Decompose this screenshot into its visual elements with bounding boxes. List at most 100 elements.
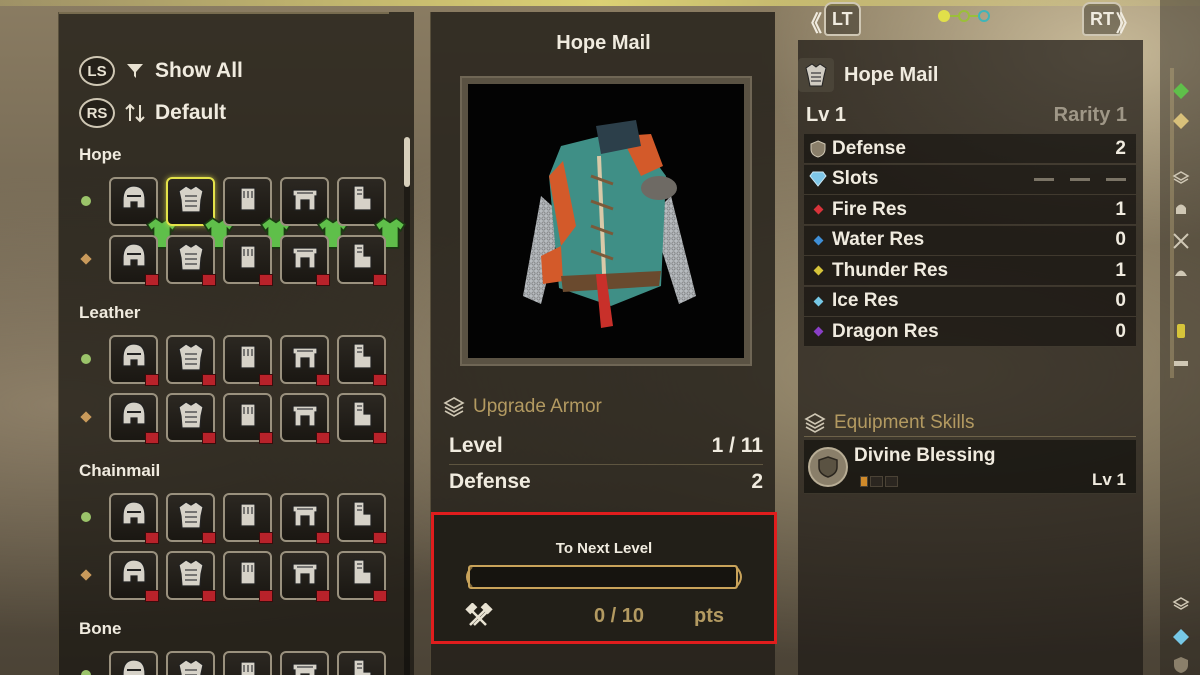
armor-slot-waist[interactable] (280, 550, 330, 602)
craft-required-icon (259, 531, 273, 544)
upgrade-armor-header: Upgrade Armor (443, 396, 602, 418)
stat-label: Slots (832, 168, 879, 189)
armor-slot-legs[interactable] (337, 234, 387, 286)
armor-slot-waist[interactable] (280, 492, 330, 544)
armor-slot-chest[interactable] (166, 392, 216, 444)
owned-icon (259, 216, 293, 249)
armor-slot-waist[interactable] (280, 334, 330, 386)
lt-button[interactable]: LT (824, 2, 861, 36)
armor-slot-waist[interactable] (280, 392, 330, 444)
armor-slot-waist[interactable] (280, 176, 350, 249)
level-label: Level (449, 434, 503, 457)
armor-slot-legs[interactable] (337, 392, 387, 444)
craft-required-icon (202, 273, 216, 286)
progress-cap-right (734, 565, 748, 589)
armor-name: Hope Mail (844, 63, 939, 86)
armor-slot-helm[interactable] (109, 650, 158, 675)
armor-slot-helm[interactable] (109, 234, 159, 286)
empty-slot-dash (1034, 177, 1054, 181)
stat-label: Dragon Res (832, 320, 939, 342)
armor-slot-legs[interactable] (337, 492, 387, 544)
green-gem-icon (1172, 82, 1190, 100)
armor-title: Hope Mail (556, 32, 651, 54)
sort-icon (123, 101, 147, 125)
armor-slot-chest[interactable] (166, 176, 236, 249)
armor-set-row (80, 233, 394, 286)
craft-required-icon (373, 589, 387, 602)
armor-slot-chest[interactable] (166, 550, 216, 602)
craft-required-icon (259, 431, 273, 444)
chest-armor-icon (798, 58, 834, 92)
row-divider (449, 464, 763, 465)
rank-dot-icon (81, 512, 91, 522)
armor-slot-chest[interactable] (166, 334, 216, 386)
armor-slot-chest[interactable] (166, 492, 216, 544)
stat-row: Defense 2 (804, 134, 1136, 164)
craft-required-icon (202, 373, 216, 386)
skill-level: Lv 1 (1091, 470, 1126, 489)
stat-value: 1 (1115, 198, 1126, 220)
nav-right-arrow: 》 (1116, 11, 1139, 36)
armor-slot-legs[interactable] (337, 650, 386, 675)
scroll-thumb[interactable] (404, 137, 410, 187)
armor-slot-arms[interactable] (223, 392, 273, 444)
armor-slot-helm[interactable] (109, 550, 159, 602)
ls-button-badge: LS (79, 56, 115, 86)
armor-slot-helm[interactable] (109, 334, 159, 386)
empty-slots (1034, 177, 1126, 181)
craft-required-icon (145, 373, 159, 386)
stat-row: Dragon Res 0 (804, 317, 1136, 347)
element-diamond-icon (813, 326, 823, 337)
craft-required-icon (145, 431, 159, 444)
craft-required-icon (202, 431, 216, 444)
points-unit: pts (694, 604, 724, 627)
chest-icon (174, 656, 208, 675)
armor-slot-helm[interactable] (109, 392, 159, 444)
armor-slot-arms[interactable] (223, 650, 272, 675)
legs-icon (345, 656, 379, 675)
skill-name: Divine Blessing (854, 445, 996, 466)
armor-slot-chest[interactable] (166, 234, 216, 286)
armor-slot-legs[interactable] (337, 176, 407, 249)
armor-slot-arms[interactable] (223, 334, 273, 386)
equipment-skills-label: Equipment Skills (834, 412, 975, 433)
helm-icon (1172, 264, 1190, 282)
stat-row: Slots (804, 164, 1136, 195)
panel-divider (59, 12, 389, 14)
armor-slot-arms[interactable] (223, 550, 273, 602)
element-diamond-icon (813, 235, 823, 245)
sort-control[interactable]: RS Default (79, 98, 226, 128)
craft-required-icon (373, 531, 387, 544)
defense-row: Defense 2 (449, 470, 763, 494)
nav-left-arrow: 《 (800, 11, 823, 36)
craft-required-icon (316, 373, 330, 386)
armor-preview-image (468, 84, 744, 358)
points-value: 0 / 10 (593, 604, 645, 627)
next-level-box: To Next Level 0 / 10 pts (431, 512, 777, 644)
equipment-list-panel: LS Show All RS Default Hope Leather Chainm… (58, 12, 414, 675)
element-icon (804, 204, 832, 215)
filter-control[interactable]: LS Show All (79, 56, 243, 86)
decoration-slot-icon (804, 171, 832, 187)
armor-slot-waist[interactable] (280, 650, 329, 675)
craft-required-icon (259, 589, 273, 602)
rank-diamond-icon (80, 411, 92, 423)
craft-required-icon (259, 373, 273, 386)
rs-button-badge: RS (79, 98, 115, 128)
armor-slot-arms[interactable] (223, 176, 293, 249)
armor-slot-arms[interactable] (223, 492, 273, 544)
armor-slot-chest[interactable] (166, 650, 215, 675)
skill-entry[interactable]: Divine Blessing Lv 1 (804, 440, 1136, 494)
layers-icon (443, 397, 465, 417)
stat-value: 2 (1115, 137, 1126, 159)
armor-slot-helm[interactable] (109, 492, 159, 544)
armor-slot-arms[interactable] (223, 234, 273, 286)
armor-preview-frame (460, 76, 752, 366)
armor-slot-legs[interactable] (337, 550, 387, 602)
stat-row: Fire Res 1 (804, 195, 1136, 225)
level-row: Level 1 / 11 (449, 434, 763, 458)
armor-slot-helm[interactable] (109, 176, 179, 249)
armor-slot-waist[interactable] (280, 234, 330, 286)
element-icon (804, 296, 832, 306)
armor-slot-legs[interactable] (337, 334, 387, 386)
